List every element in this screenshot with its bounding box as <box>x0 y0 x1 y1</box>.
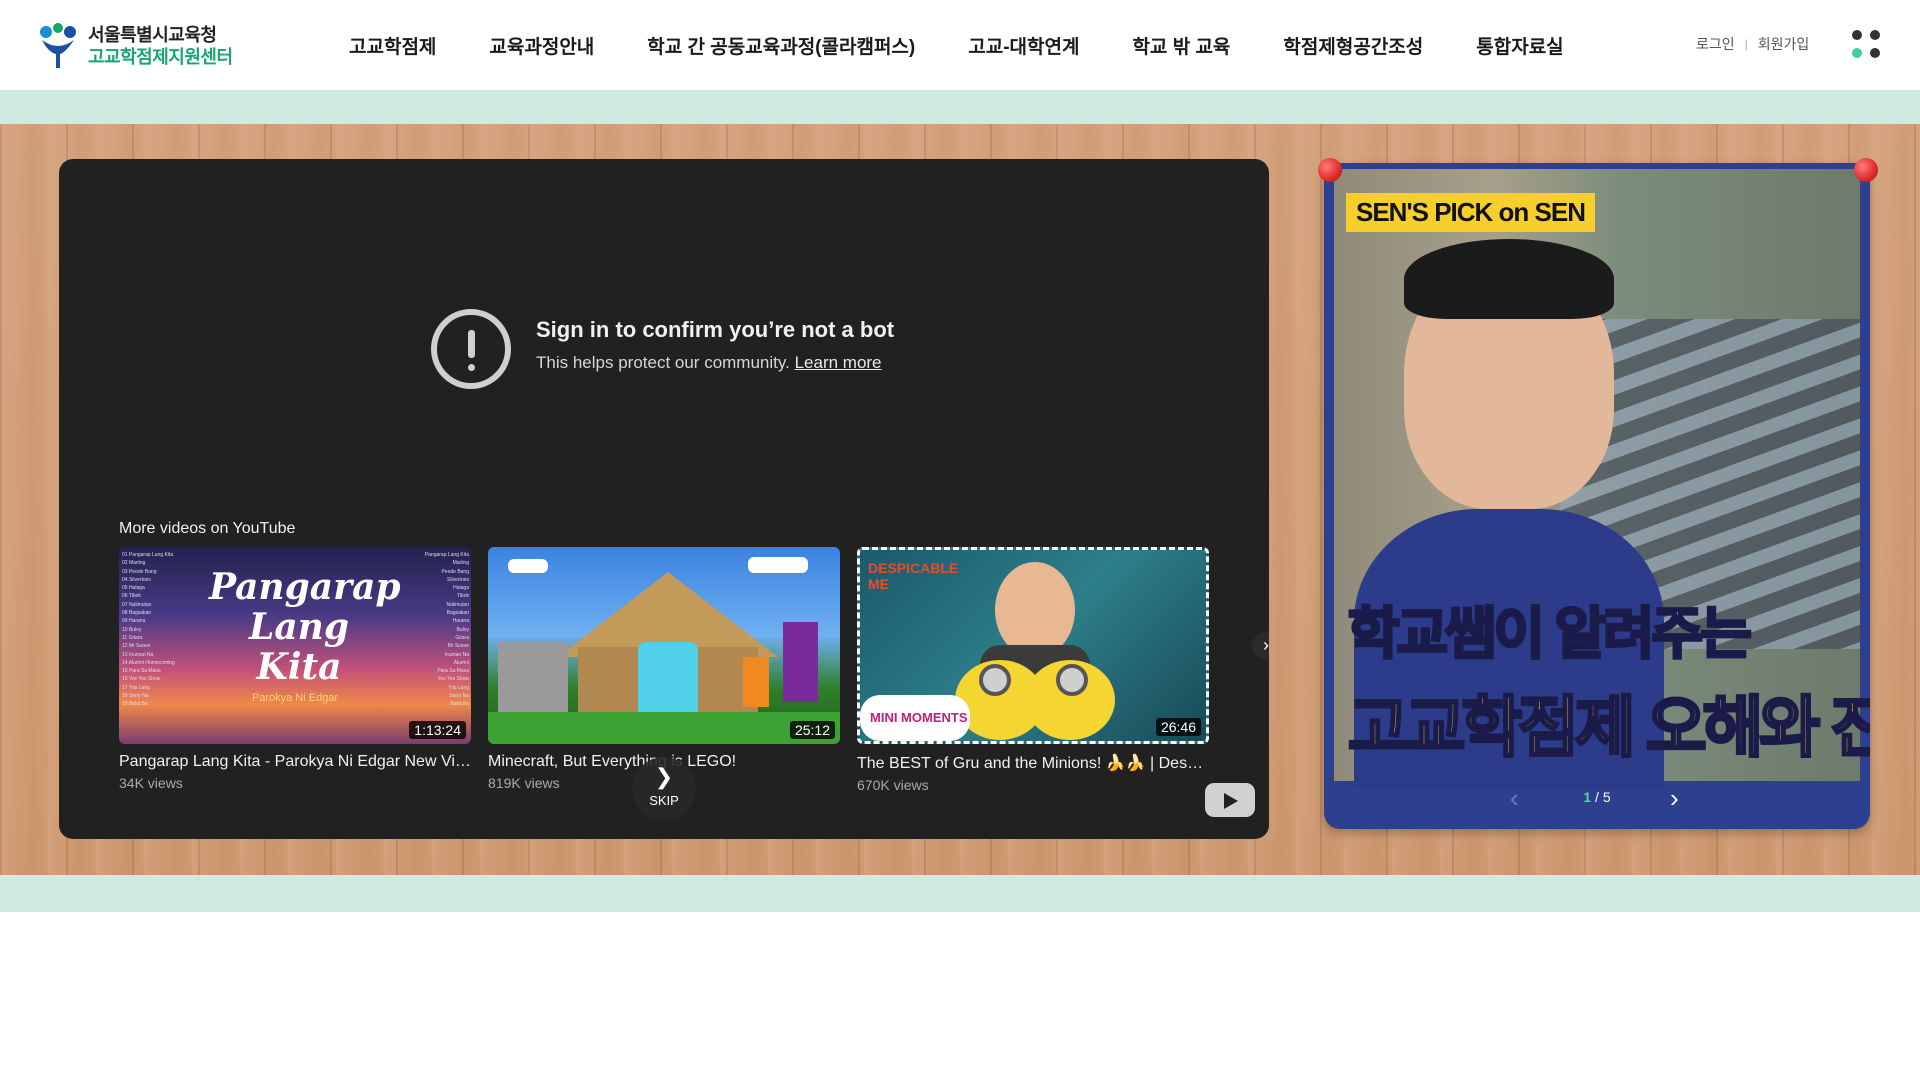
nav-item-high-university[interactable]: 고교-대학연계 <box>968 32 1079 59</box>
video-card[interactable]: DESPICABLE ME MINI MOMENTS 26:46 The BES… <box>857 547 1209 793</box>
video-thumbnail: 01 Pangarap Lang Kita 02 Mariing 03 Peede … <box>119 547 471 744</box>
video-thumbnail: DESPICABLE ME MINI MOMENTS 26:46 <box>857 547 1209 744</box>
video-views: 34K views <box>119 775 183 791</box>
promo-slide-image: SEN'S PICK on SEN 학교쌤이 알려주는 고교학점제 오해와 진실 <box>1334 169 1870 789</box>
join-link[interactable]: 회원가입 <box>1758 34 1810 54</box>
lego-house-illustration <box>488 557 840 744</box>
youtube-logo-icon[interactable] <box>1205 783 1255 817</box>
bot-check-subtitle: This helps protect our community. Learn … <box>536 353 882 373</box>
logo-title: 서울특별시교육청 <box>88 25 217 45</box>
slide-separator: / <box>1595 789 1599 805</box>
video-duration: 26:46 <box>1155 718 1201 736</box>
nav-item-credit-system[interactable]: 고교학점제 <box>349 32 436 59</box>
playlist-text-decoration: Pangarap Lang Kita Mariing Peede Bang Silve… <box>424 552 469 708</box>
nav-item-curriculum[interactable]: 교육과정안내 <box>489 32 594 59</box>
video-player[interactable]: Sign in to confirm you’re not a bot This… <box>59 159 1269 839</box>
video-title: Pangarap Lang Kita - Parokya Ni Edgar Ne… <box>119 753 471 770</box>
video-title: The BEST of Gru and the Minions! 🍌🍌 | De… <box>857 755 1209 772</box>
all-menu-dots-icon[interactable] <box>1852 30 1882 60</box>
slide-pager: 1 / 5 <box>1324 789 1870 805</box>
nav-item-space[interactable]: 학점제형공간조성 <box>1283 32 1423 59</box>
promo-caption-line2: 고교학점제 오해와 진실 <box>1347 689 1870 766</box>
thumbnail-artist: Parokya Ni Edgar <box>251 692 339 704</box>
more-videos-label: More videos on YouTube <box>119 520 296 537</box>
skip-label: SKIP <box>649 793 679 808</box>
pin-icon <box>1854 158 1878 182</box>
learn-more-link[interactable]: Learn more <box>795 353 882 372</box>
alert-exclamation-icon <box>431 309 511 389</box>
bot-check-title: Sign in to confirm you’re not a bot <box>536 317 895 342</box>
login-link[interactable]: 로그인 <box>1696 34 1735 54</box>
video-card[interactable]: 01 Pangarap Lang Kita 02 Mariing 03 Peede … <box>119 547 471 793</box>
video-thumbnail: 25:12 <box>488 547 840 744</box>
thumbnail-tag: MINI MOMENTS <box>870 710 968 725</box>
nav-item-outside-school[interactable]: 학교 밖 교육 <box>1132 32 1230 59</box>
site-logo[interactable]: 서울특별시교육청 고교학점제지원센터 <box>36 22 233 70</box>
video-duration: 25:12 <box>789 721 835 739</box>
bot-check-text: This helps protect our community. <box>536 353 790 372</box>
main-nav: 고교학점제 교육과정안내 학교 간 공동교육과정(콜라캠퍼스) 고교-대학연계 … <box>349 32 1617 59</box>
pin-icon <box>1318 158 1342 182</box>
next-videos-chevron-icon[interactable]: › <box>1252 632 1269 660</box>
nav-item-archive[interactable]: 통합자료실 <box>1476 32 1563 59</box>
hero-band-top <box>0 90 1920 124</box>
teacher-decoration <box>1404 239 1614 319</box>
slide-current: 1 <box>1583 789 1592 805</box>
sens-pick-badge: SEN'S PICK on SEN <box>1346 193 1595 232</box>
playlist-text-decoration: 01 Pangarap Lang Kita 02 Mariing 03 Peede … <box>122 552 175 708</box>
util-links: 로그인 | 회원가입 <box>1696 34 1809 54</box>
hero-band-bottom <box>0 875 1920 912</box>
slide-total: 5 <box>1602 789 1611 805</box>
promo-slider[interactable]: SEN'S PICK on SEN 학교쌤이 알려주는 고교학점제 오해와 진실… <box>1324 163 1870 829</box>
skip-chevron-icon: ❯ <box>654 764 674 789</box>
util-divider: | <box>1744 37 1748 51</box>
skip-button[interactable]: ❯ SKIP <box>632 757 696 821</box>
promo-caption-line1: 학교쌤이 알려주는 <box>1347 601 1754 667</box>
video-views: 670K views <box>857 777 929 793</box>
logo-emblem-icon <box>40 23 76 68</box>
logo-subtitle: 고교학점제지원센터 <box>88 47 233 67</box>
site-header: 서울특별시교육청 고교학점제지원센터 고교학점제 교육과정안내 학교 간 공동교… <box>0 0 1920 90</box>
nav-item-cola-campus[interactable]: 학교 간 공동교육과정(콜라캠퍼스) <box>647 32 915 59</box>
thumbnail-brand: DESPICABLE ME <box>868 560 959 592</box>
thumbnail-title: Pangarap Lang Kita <box>209 566 401 688</box>
slide-next-icon[interactable]: › <box>1670 783 1679 813</box>
video-duration: 1:13:24 <box>409 721 466 739</box>
